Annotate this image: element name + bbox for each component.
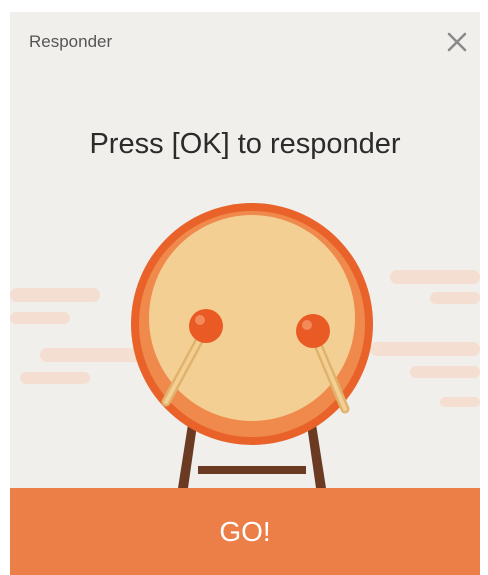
responder-dialog: Responder Press [OK] to responder GO! xyxy=(10,12,480,575)
go-button[interactable]: GO! xyxy=(10,488,480,575)
drum-face xyxy=(149,215,355,421)
go-button-label: GO! xyxy=(219,515,271,547)
